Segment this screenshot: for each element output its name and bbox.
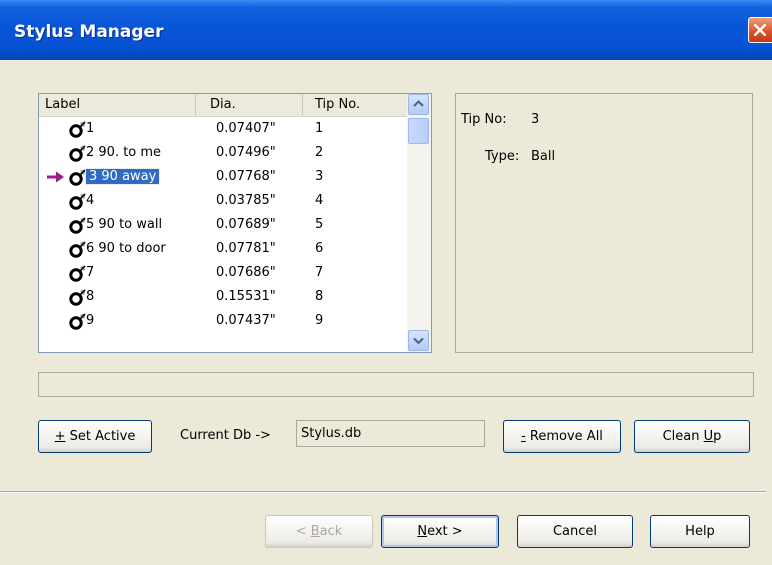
stylus-tip-icon bbox=[69, 265, 86, 282]
row-label: 2 90. to me bbox=[86, 145, 162, 160]
remove-all-label: Remove All bbox=[525, 429, 603, 444]
row-label: 4 bbox=[86, 193, 95, 208]
set-active-button[interactable]: + Set Active bbox=[38, 420, 152, 453]
list-row[interactable]: 9 0.07437" 9 bbox=[39, 309, 407, 333]
back-label-end: ack bbox=[319, 524, 343, 539]
row-dia: 0.07407" bbox=[216, 121, 276, 136]
type-label: Type: bbox=[485, 149, 520, 164]
row-dia: 0.07496" bbox=[216, 145, 276, 160]
current-db-field: Stylus.db bbox=[296, 420, 485, 447]
row-dia: 0.07437" bbox=[216, 313, 276, 328]
row-label: 3 90 away bbox=[84, 165, 161, 189]
row-dia: 0.15531" bbox=[216, 289, 276, 304]
clean-up-label-start: Clean bbox=[662, 429, 704, 444]
next-label-end: ext > bbox=[427, 524, 463, 539]
row-dia: 0.07781" bbox=[216, 241, 276, 256]
stylus-tip-icon bbox=[69, 289, 86, 306]
row-label: 1 bbox=[86, 121, 95, 136]
scroll-down-button[interactable] bbox=[408, 330, 429, 351]
tip-no-value: 3 bbox=[531, 112, 540, 127]
next-button[interactable]: Next > bbox=[381, 515, 499, 548]
list-scrollbar[interactable] bbox=[407, 94, 431, 352]
stylus-tip-icon bbox=[69, 169, 86, 186]
stylus-tip-icon bbox=[69, 217, 86, 234]
chevron-down-icon bbox=[413, 337, 424, 345]
scroll-thumb[interactable] bbox=[408, 118, 429, 144]
set-active-label: Set Active bbox=[65, 429, 136, 444]
back-label-start: < bbox=[295, 524, 311, 539]
status-bar bbox=[38, 372, 754, 397]
stylus-tip-icon bbox=[69, 313, 86, 330]
row-tip-no: 7 bbox=[315, 265, 324, 280]
list-row[interactable]: 5 90 to wall 0.07689" 5 bbox=[39, 213, 407, 237]
row-label: 8 bbox=[86, 289, 95, 304]
stylus-tip-icon bbox=[69, 193, 86, 210]
row-dia: 0.07686" bbox=[216, 265, 276, 280]
list-row[interactable]: 2 90. to me 0.07496" 2 bbox=[39, 141, 407, 165]
next-accel: N bbox=[417, 524, 428, 539]
list-header: Label Dia. Tip No. bbox=[39, 94, 407, 117]
close-button[interactable] bbox=[748, 17, 772, 43]
tip-info-panel: Tip No: 3 Type: Ball bbox=[455, 93, 753, 353]
list-row[interactable]: 1 0.07407" 1 bbox=[39, 117, 407, 141]
list-row[interactable]: 6 90 to door 0.07781" 6 bbox=[39, 237, 407, 261]
row-label: 9 bbox=[86, 313, 95, 328]
active-arrow-icon bbox=[47, 171, 64, 183]
row-label: 7 bbox=[86, 265, 95, 280]
row-dia: 0.03785" bbox=[216, 193, 276, 208]
row-tip-no: 3 bbox=[315, 169, 324, 184]
row-tip-no: 4 bbox=[315, 193, 324, 208]
list-row[interactable]: 3 90 away 0.07768" 3 bbox=[39, 165, 407, 189]
stylus-tip-icon bbox=[69, 145, 86, 162]
window-title: Stylus Manager bbox=[14, 22, 164, 42]
current-db-label: Current Db -> bbox=[180, 428, 271, 443]
clean-up-button[interactable]: Clean Up bbox=[634, 420, 750, 453]
help-button[interactable]: Help bbox=[650, 515, 750, 548]
tip-no-label: Tip No: bbox=[461, 112, 507, 127]
close-icon bbox=[754, 24, 766, 36]
back-button[interactable]: < Back bbox=[265, 515, 373, 548]
row-tip-no: 2 bbox=[315, 145, 324, 160]
list-row[interactable]: 8 0.15531" 8 bbox=[39, 285, 407, 309]
row-tip-no: 5 bbox=[315, 217, 324, 232]
clean-up-label-end: p bbox=[713, 429, 722, 444]
list-row[interactable]: 4 0.03785" 4 bbox=[39, 189, 407, 213]
row-tip-no: 9 bbox=[315, 313, 324, 328]
column-header-dia[interactable]: Dia. bbox=[196, 94, 303, 115]
stylus-manager-window: Stylus Manager Label Dia. Tip No. 1 0.074… bbox=[0, 0, 772, 565]
set-active-accel: + bbox=[54, 429, 66, 444]
row-tip-no: 1 bbox=[315, 121, 324, 136]
stylus-list[interactable]: Label Dia. Tip No. 1 0.07407" 1 2 90. to me… bbox=[38, 93, 432, 353]
list-row[interactable]: 7 0.07686" 7 bbox=[39, 261, 407, 285]
separator bbox=[0, 491, 766, 493]
row-tip-no: 6 bbox=[315, 241, 324, 256]
column-header-label[interactable]: Label bbox=[39, 94, 196, 115]
remove-all-button[interactable]: - Remove All bbox=[503, 420, 621, 453]
clean-up-accel: U bbox=[703, 429, 714, 444]
back-accel: B bbox=[310, 524, 320, 539]
row-dia: 0.07768" bbox=[216, 169, 276, 184]
cancel-button[interactable]: Cancel bbox=[517, 515, 633, 548]
title-bar[interactable]: Stylus Manager bbox=[0, 0, 772, 60]
stylus-tip-icon bbox=[69, 121, 86, 138]
column-header-tip-no[interactable]: Tip No. bbox=[303, 94, 407, 115]
row-label: 5 90 to wall bbox=[86, 217, 163, 232]
chevron-up-icon bbox=[413, 100, 424, 107]
row-dia: 0.07689" bbox=[216, 217, 276, 232]
scroll-up-button[interactable] bbox=[408, 94, 429, 115]
stylus-tip-icon bbox=[69, 241, 86, 258]
type-value: Ball bbox=[531, 149, 556, 164]
row-label: 6 90 to door bbox=[86, 241, 166, 256]
row-tip-no: 8 bbox=[315, 289, 324, 304]
